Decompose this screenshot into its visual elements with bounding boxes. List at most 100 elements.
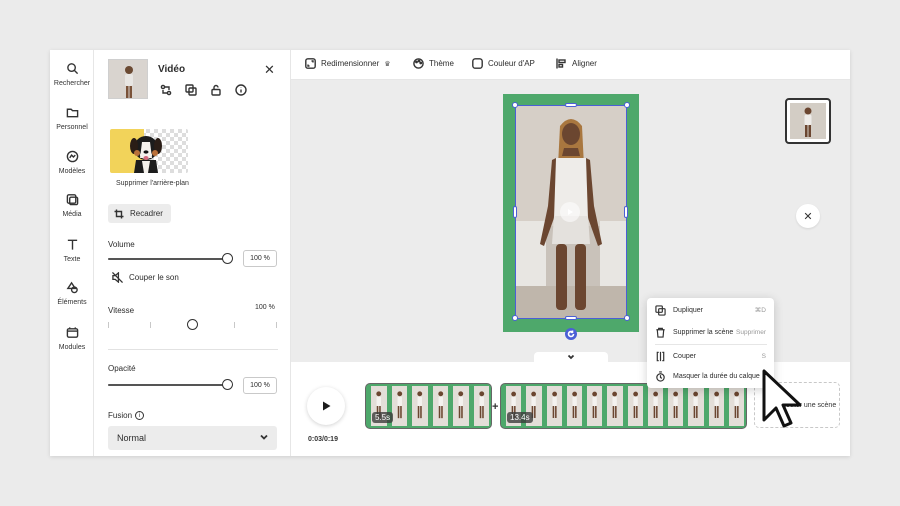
dog-image xyxy=(130,136,162,173)
unlock-icon xyxy=(211,84,221,96)
menu-item-label: Couper xyxy=(673,352,696,360)
background-color-button[interactable]: Couleur d'AP xyxy=(472,58,535,69)
resize-handle-top-right[interactable] xyxy=(624,102,630,108)
remove-background-thumbnail[interactable] xyxy=(110,129,188,173)
rail-item-search[interactable]: Rechercher xyxy=(50,62,94,102)
timeline-clip-1[interactable]: 5.5s xyxy=(365,383,492,429)
resize-handle-bottom-right[interactable] xyxy=(624,315,630,321)
rail-item-media[interactable]: Média xyxy=(50,193,94,233)
info-button[interactable] xyxy=(235,84,247,96)
timeline-play-button[interactable] xyxy=(307,387,345,425)
scene-thumbnail[interactable] xyxy=(785,98,831,144)
rail-label: Modules xyxy=(58,344,86,351)
volume-label: Volume xyxy=(108,240,135,249)
play-icon xyxy=(568,209,573,215)
mouse-cursor-icon xyxy=(762,369,802,428)
resize-handle-top[interactable] xyxy=(565,103,577,107)
duplicate-button[interactable] xyxy=(185,84,197,96)
premium-crown-icon: ♛ xyxy=(384,60,391,68)
info-icon[interactable]: i xyxy=(135,411,145,421)
speed-value: 100 % xyxy=(255,304,275,311)
rail-label: Texte xyxy=(63,256,81,263)
close-icon: ✕ xyxy=(803,210,813,223)
rotate-icon xyxy=(567,330,575,338)
clip-frame xyxy=(644,386,663,426)
color-swatch-icon xyxy=(472,58,483,69)
clip-duration-badge: 5.5s xyxy=(372,412,394,423)
theme-label: Thème xyxy=(429,59,454,68)
menu-item-label: Dupliquer xyxy=(673,306,703,314)
add-transition-button[interactable]: + xyxy=(492,401,498,413)
clip-frame xyxy=(624,386,643,426)
search-icon xyxy=(66,63,78,75)
replace-button[interactable] xyxy=(160,84,172,96)
clip-frame xyxy=(543,386,562,426)
mute-button[interactable]: Couper le son xyxy=(112,272,179,283)
resize-icon xyxy=(305,58,316,69)
clip-frame xyxy=(450,386,469,426)
menu-item-duplicate[interactable]: Dupliquer ⌘D xyxy=(647,300,774,320)
clip-frame xyxy=(563,386,582,426)
rail-item-modules[interactable]: Modules xyxy=(50,326,94,366)
menu-item-hide-duration[interactable]: Masquer la durée du calque xyxy=(647,366,774,386)
rail-label: Personnel xyxy=(56,124,88,131)
clip-frame xyxy=(705,386,724,426)
mute-icon xyxy=(112,272,123,283)
speed-label: Vitesse xyxy=(108,306,135,315)
clip-frame xyxy=(470,386,489,426)
volume-slider[interactable] xyxy=(108,253,233,264)
menu-item-label: Masquer la durée du calque xyxy=(673,372,760,380)
blend-mode-select[interactable]: Normal xyxy=(108,426,277,450)
crop-button[interactable]: Recadrer xyxy=(108,204,171,223)
volume-slider-knob[interactable] xyxy=(222,253,233,264)
rail-item-templates[interactable]: Modèles xyxy=(50,150,94,190)
rail-item-text[interactable]: Texte xyxy=(50,238,94,278)
chevron-down-icon xyxy=(567,354,575,360)
crop-icon xyxy=(114,209,124,218)
lock-button[interactable] xyxy=(210,84,222,96)
replace-icon xyxy=(160,84,172,96)
menu-item-delete-scene[interactable]: Supprimer la scène Supprimer xyxy=(647,322,774,342)
video-play-button[interactable] xyxy=(560,202,580,222)
rail-item-elements[interactable]: Éléments xyxy=(50,281,94,321)
templates-icon xyxy=(66,150,78,163)
folder-icon xyxy=(66,108,78,118)
rail-label: Éléments xyxy=(57,299,87,306)
volume-value-field[interactable]: 100 % xyxy=(243,250,277,267)
opacity-value-field[interactable]: 100 % xyxy=(243,377,277,394)
resize-handle-left[interactable] xyxy=(513,206,517,218)
close-thumbnail-button[interactable]: ✕ xyxy=(796,204,820,228)
rail-label: Rechercher xyxy=(53,80,91,87)
theme-button[interactable]: Thème xyxy=(413,58,454,69)
opacity-slider-knob[interactable] xyxy=(222,379,233,390)
menu-item-split[interactable]: Couper S xyxy=(647,346,774,366)
mute-label: Couper le son xyxy=(129,273,179,282)
rotate-button[interactable] xyxy=(565,328,577,340)
menu-item-shortcut: Supprimer xyxy=(736,328,766,336)
video-thumbnail xyxy=(108,59,148,99)
close-panel-button[interactable]: ✕ xyxy=(264,62,275,78)
collapse-timeline-button[interactable] xyxy=(534,352,608,362)
align-button[interactable]: Aligner xyxy=(556,58,597,69)
resize-handle-bottom-left[interactable] xyxy=(512,315,518,321)
rail-item-personal[interactable]: Personnel xyxy=(50,106,94,146)
blend-label-text: Fusion xyxy=(108,411,133,420)
remove-background-label[interactable]: Supprimer l'arrière-plan xyxy=(116,180,189,187)
opacity-slider[interactable] xyxy=(108,379,233,390)
duplicate-icon xyxy=(185,84,197,96)
hide-duration-icon xyxy=(656,370,665,382)
speed-slider-knob[interactable] xyxy=(187,319,198,330)
properties-panel: Vidéo ✕ Supprimer l'arrière-plan Recadre… xyxy=(94,50,291,456)
resize-button[interactable]: Redimensionner ♛ xyxy=(305,58,391,69)
resize-handle-top-left[interactable] xyxy=(512,102,518,108)
resize-handle-right[interactable] xyxy=(624,206,628,218)
close-icon: ✕ xyxy=(264,62,275,77)
clip-frame xyxy=(665,386,684,426)
menu-separator xyxy=(655,344,767,345)
menu-item-shortcut: S xyxy=(761,352,766,360)
rail-label: Média xyxy=(62,211,82,218)
speed-slider[interactable] xyxy=(108,319,277,330)
text-icon xyxy=(67,239,77,250)
timeline-clip-2[interactable]: 13.4s xyxy=(500,383,747,429)
resize-handle-bottom[interactable] xyxy=(565,316,577,320)
